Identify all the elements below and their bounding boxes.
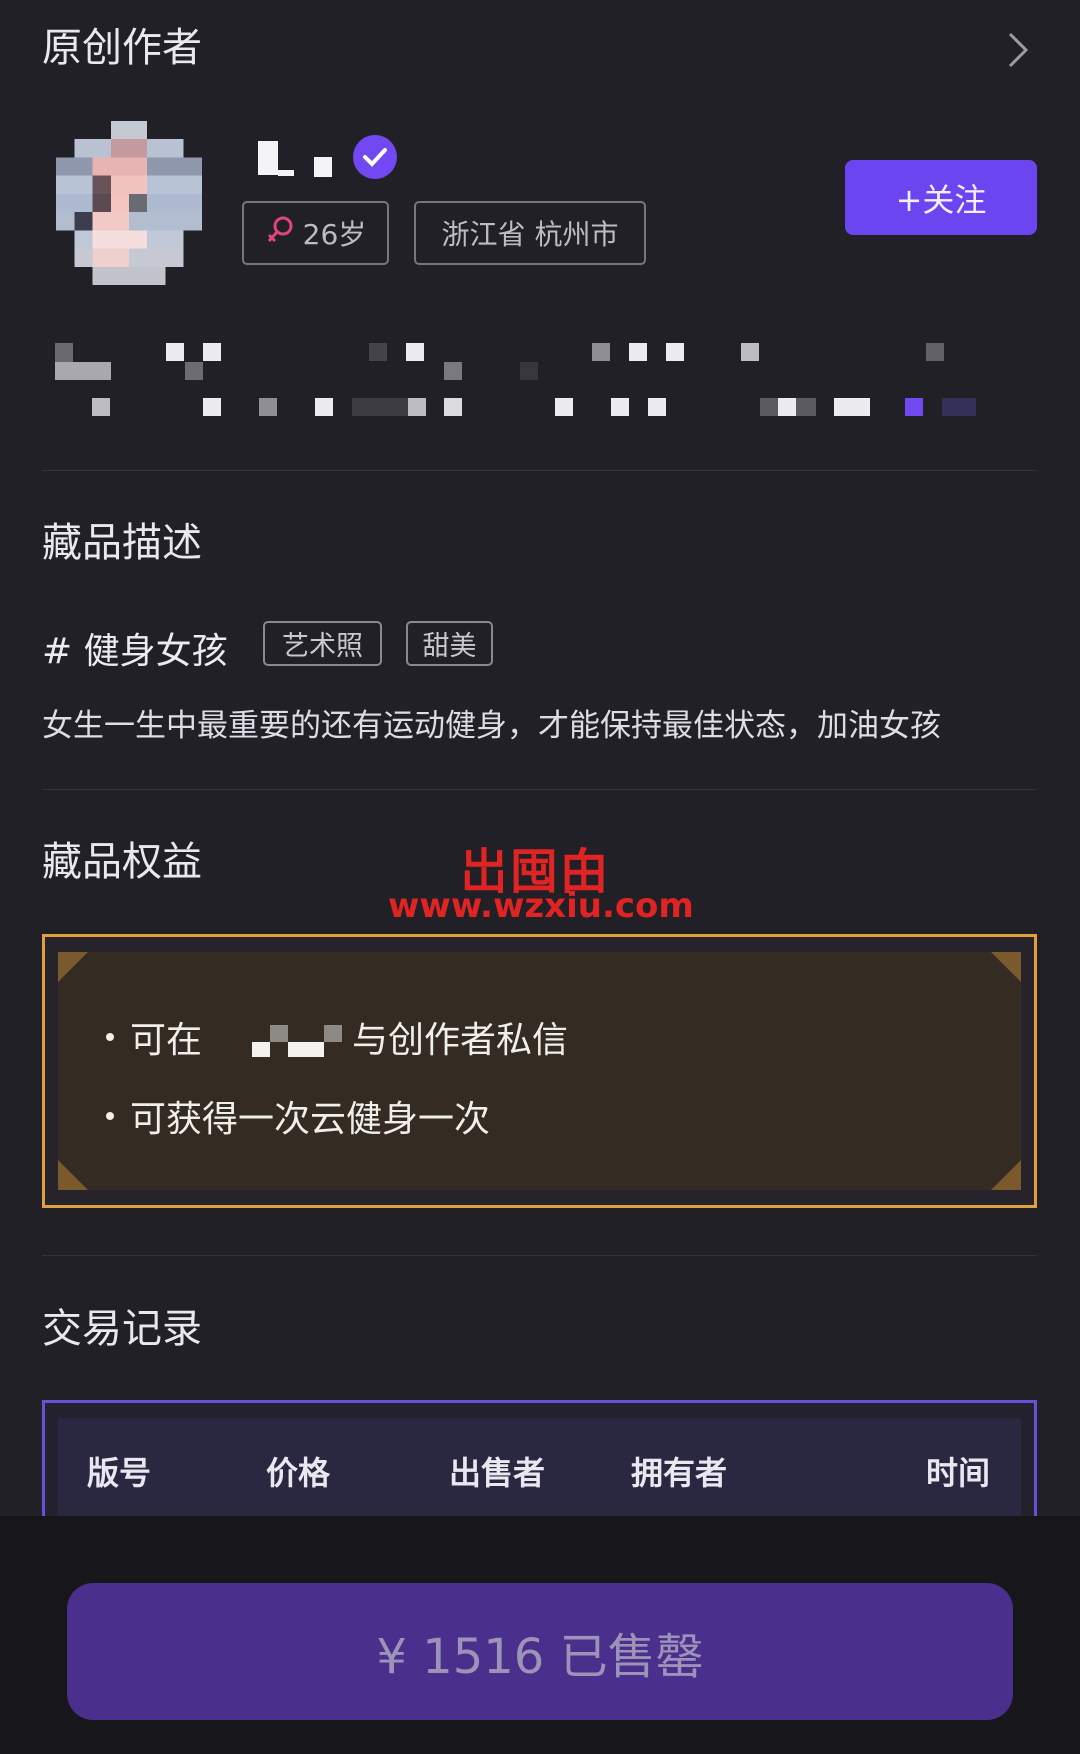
description-text: 女生一生中最重要的还有运动健身，才能保持最佳状态，加油女孩 bbox=[42, 708, 941, 744]
divider bbox=[42, 470, 1037, 471]
chevron-right-icon[interactable] bbox=[1002, 30, 1032, 70]
benefit-text: 可在 bbox=[130, 1020, 203, 1061]
benefit-text: 可获得一次云健身一次 bbox=[130, 1099, 491, 1140]
column-header-price[interactable]: 价格 bbox=[266, 1448, 330, 1494]
age-text: 26岁 bbox=[302, 218, 367, 251]
tag[interactable]: 甜美 bbox=[406, 621, 493, 666]
watermark-url: www.wzxiu.com bbox=[388, 886, 694, 926]
redacted-nickname bbox=[314, 157, 332, 177]
age-badge: 26岁 bbox=[242, 201, 389, 265]
benefit-item: 可获得一次云健身一次 bbox=[106, 1090, 490, 1142]
redacted-app-name bbox=[202, 1017, 352, 1057]
avatar[interactable] bbox=[56, 121, 202, 285]
redacted-nickname bbox=[258, 141, 278, 175]
column-header-time[interactable]: 时间 bbox=[926, 1448, 990, 1494]
divider bbox=[42, 789, 1037, 790]
benefit-item: 可在 与创作者私信 bbox=[106, 1011, 568, 1063]
bullet-icon bbox=[106, 1112, 114, 1120]
follow-button[interactable]: +关注 bbox=[845, 160, 1037, 235]
column-header-seller[interactable]: 出售者 bbox=[449, 1448, 545, 1494]
column-header-owner[interactable]: 拥有者 bbox=[631, 1448, 727, 1494]
divider bbox=[42, 1255, 1037, 1256]
bullet-icon bbox=[106, 1033, 114, 1041]
trade-section-title: 交易记录 bbox=[42, 1306, 202, 1352]
benefit-text: 与创作者私信 bbox=[352, 1020, 569, 1061]
description-section-title: 藏品描述 bbox=[42, 520, 202, 566]
hashtag[interactable]: # 健身女孩 bbox=[42, 622, 228, 674]
redacted-nickname bbox=[278, 170, 294, 176]
tag[interactable]: 艺术照 bbox=[263, 621, 382, 666]
female-icon bbox=[265, 215, 295, 252]
buy-button-sold-out[interactable]: ¥ 1516 已售罄 bbox=[67, 1583, 1013, 1720]
column-header-edition[interactable]: 版号 bbox=[87, 1448, 151, 1494]
creator-section-title: 原创作者 bbox=[42, 25, 202, 71]
benefits-box bbox=[42, 934, 1037, 1208]
verified-badge-icon bbox=[352, 134, 398, 180]
location-badge: 浙江省 杭州市 bbox=[414, 201, 646, 265]
benefits-section-title: 藏品权益 bbox=[42, 839, 202, 885]
